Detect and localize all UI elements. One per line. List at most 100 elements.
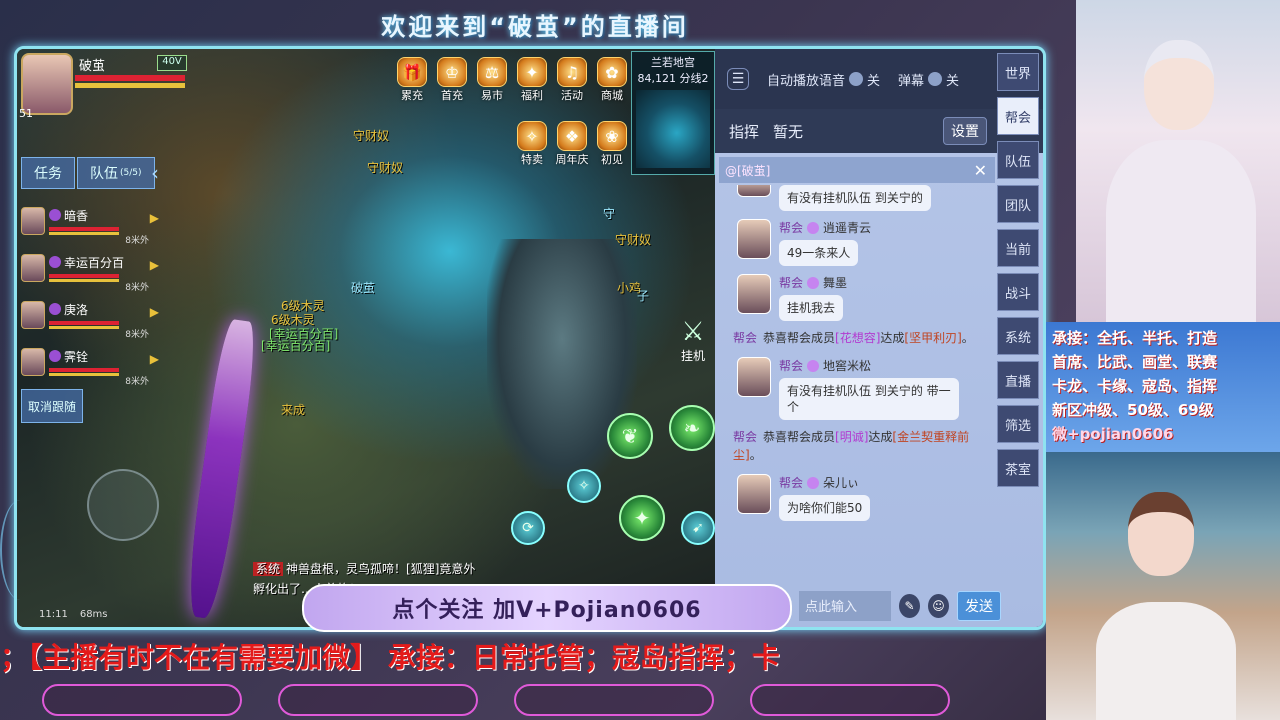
chevron-right-icon: ▶ [149,305,159,319]
tab-team[interactable]: 队伍 (5/5) [77,157,155,189]
func-first-recharge[interactable]: ♔ 首充 [435,57,469,103]
tab-channel-system[interactable]: 系统 [997,317,1039,355]
func-sale[interactable]: ✧ 特卖 [515,121,549,167]
toggle-knob-icon [849,72,864,86]
team-list: 暗香 8米外 ▶ 幸运百分百 8米外 ▶ 庚洛 8米外 ▶ 霁铨 8米外 ▶ [21,197,159,387]
crown-icon: ♔ [437,57,467,87]
team-row[interactable]: 庚洛 8米外 ▶ [21,291,159,340]
auto-battle-button[interactable]: ⚔ 挂机 [681,317,705,364]
func-recharge[interactable]: 🎁 累充 [395,57,429,103]
send-button[interactable]: 发送 [957,591,1001,621]
player-tag[interactable]: 破茧 [351,279,375,296]
vip-icon [807,221,820,234]
player-avatar[interactable] [21,53,73,115]
chat-avatar[interactable] [737,185,771,197]
chat-bubble: 有没有挂机队伍 到关宁的 带一个 [779,378,959,420]
emoji-icon[interactable]: ☺ [928,594,949,618]
power-badge[interactable]: 40V [157,55,187,71]
npc-label[interactable]: 子 [637,287,649,304]
chat-avatar[interactable] [737,219,771,259]
tab-channel-filter[interactable]: 筛选 [997,405,1039,443]
team-count: (5/5) [120,168,142,178]
tab-channel-combat[interactable]: 战斗 [997,273,1039,311]
chat-avatar[interactable] [737,474,771,514]
npc-label[interactable]: 守财奴 [367,159,403,176]
player-hp-bar [75,75,185,81]
chat-avatar[interactable] [737,274,771,314]
ping-text: 68ms [79,609,108,620]
sender-name[interactable]: 地窖米松 [823,357,871,374]
npc-label[interactable]: 守财奴 [615,231,651,248]
skill-button[interactable]: ✦ [619,495,665,541]
tab-channel-raid[interactable]: 团队 [997,185,1039,223]
func-shop[interactable]: ✿ 商城 [595,57,629,103]
team-member-name: 霁铨 [64,349,89,364]
func-events[interactable]: ♫ 活动 [555,57,589,103]
scrolling-ticker: ；【主播有时不在有需要加微】 承接：日常托管；寇岛指挥；卡 [0,641,780,674]
npc-label[interactable]: 守 [603,205,615,222]
movement-joystick[interactable] [87,469,159,541]
npc-label[interactable]: [幸运百分百] [261,337,330,354]
commander-bar: 指挥 暂无 设置 [715,109,1043,153]
streamer-photo-top [1076,0,1280,322]
sale-icon: ✧ [517,121,547,151]
channel-tabs: 世界 帮会 队伍 团队 当前 战斗 系统 直播 筛选 茶室 [997,53,1039,487]
sender-name[interactable]: 逍遥青云 [823,219,871,236]
map-area[interactable] [636,90,710,168]
menu-icon[interactable]: ☰ [727,68,749,90]
bottom-decor-buttons [0,684,1042,720]
npc-label[interactable]: 来成 [281,401,305,418]
settings-button[interactable]: 设置 [943,117,987,145]
mention-tag: @[破茧] [725,163,771,178]
chat-message: 帮会 逍遥青云 49一条来人 [721,219,995,266]
follow-overlay: 点个关注 加V+Pojian0606 [302,584,792,632]
tab-channel-guild[interactable]: 帮会 [997,97,1039,135]
tab-channel-live[interactable]: 直播 [997,361,1039,399]
mention-filter-bar[interactable]: @[破茧] ✕ [719,157,995,183]
team-row[interactable]: 霁铨 8米外 ▶ [21,338,159,387]
skill-button-small[interactable]: ➹ [681,511,715,545]
status-line: 11:11 68ms [39,609,108,620]
vip-icon [807,359,820,372]
team-row[interactable]: 幸运百分百 8米外 ▶ [21,244,159,293]
tab-task[interactable]: 任务 [21,157,75,189]
chevron-right-icon: ▶ [149,258,159,272]
meet-icon: ❀ [597,121,627,151]
skill-button-small[interactable]: ⟳ [511,511,545,545]
cancel-follow-button[interactable]: 取消跟随 [21,389,83,423]
team-mp-bar [49,231,119,235]
chat-messages[interactable]: 有没有挂机队伍 到关宁的 帮会 逍遥青云 49一条来人 帮会 舞墨 挂机我去 帮会恭… [721,185,995,585]
team-row[interactable]: 暗香 8米外 ▶ [21,197,159,246]
func-first-meet[interactable]: ❀ 初见 [595,121,629,167]
class-icon [49,350,61,362]
tab-channel-world[interactable]: 世界 [997,53,1039,91]
game-viewport[interactable]: 破茧 51 40V 任务 队伍 (5/5) ‹ 暗香 8米外 ▶ 幸运百分百 8… [17,49,715,627]
team-member-avatar [21,300,45,329]
minimap[interactable]: 兰若地宫 84,121 分线2 [631,51,715,175]
skill-button[interactable]: ❧ [669,405,715,451]
sender-name[interactable]: 朵儿ぃ [823,474,859,491]
auto-battle-label: 挂机 [681,349,706,363]
sender-name[interactable]: 舞墨 [823,274,847,291]
close-icon[interactable]: ✕ [974,161,987,180]
chat-input[interactable] [799,591,891,621]
barrage-toggle[interactable]: 弹幕 关 [898,70,959,89]
vip-icon [807,476,820,489]
class-icon [49,256,61,268]
team-hp-bar [49,367,119,372]
func-market[interactable]: ⚖ 易市 [475,57,509,103]
skill-button[interactable]: ❦ [607,413,653,459]
chat-avatar[interactable] [737,357,771,397]
voice-icon[interactable]: ✎ [899,594,920,618]
skill-button-small[interactable]: ✧ [567,469,601,503]
tab-channel-local[interactable]: 当前 [997,229,1039,267]
collapse-left-arrow-icon[interactable]: ‹ [151,161,159,185]
func-anniversary[interactable]: ❖ 周年庆 [555,121,589,167]
team-mp-bar [49,278,119,282]
npc-label[interactable]: 守财奴 [353,127,389,144]
tab-channel-team[interactable]: 队伍 [997,141,1039,179]
tab-channel-teahouse[interactable]: 茶室 [997,449,1039,487]
auto-voice-toggle[interactable]: 自动播放语音 关 [767,70,880,89]
player-level: 51 [19,107,33,120]
func-welfare[interactable]: ✦ 福利 [515,57,549,103]
